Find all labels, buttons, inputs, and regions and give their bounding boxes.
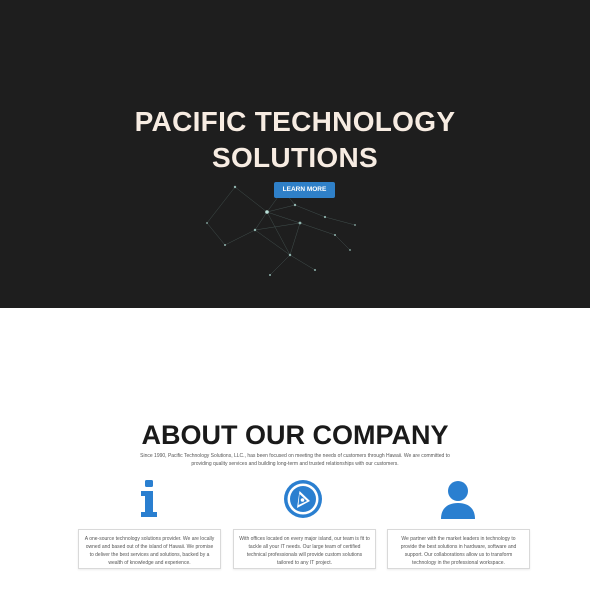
feature-card-text: A one-source technology solutions provid… [84,536,215,566]
hero-title-line1: PACIFIC TECHNOLOGY [134,106,456,137]
hero-title: PACIFIC TECHNOLOGY SOLUTIONS [0,104,590,176]
hero-title-line2: SOLUTIONS [211,142,379,173]
compass-icon [281,479,325,521]
learn-more-button[interactable]: LEARN MORE [274,182,335,198]
feature-card: With offices located on every major isla… [233,529,376,569]
user-icon [436,479,480,521]
about-title: ABOUT OUR COMPANY [141,420,449,450]
info-icon [127,479,171,521]
feature-card-text: We partner with the market leaders in te… [400,536,517,566]
feature-card-text: With offices located on every major isla… [239,536,370,566]
hero-section: PACIFIC TECHNOLOGY SOLUTIONS LEARN MORE [0,0,590,308]
feature-card: A one-source technology solutions provid… [78,529,221,569]
about-intro-text: Since 1990, Pacific Technology Solutions… [140,453,450,467]
feature-card: We partner with the market leaders in te… [387,529,530,569]
